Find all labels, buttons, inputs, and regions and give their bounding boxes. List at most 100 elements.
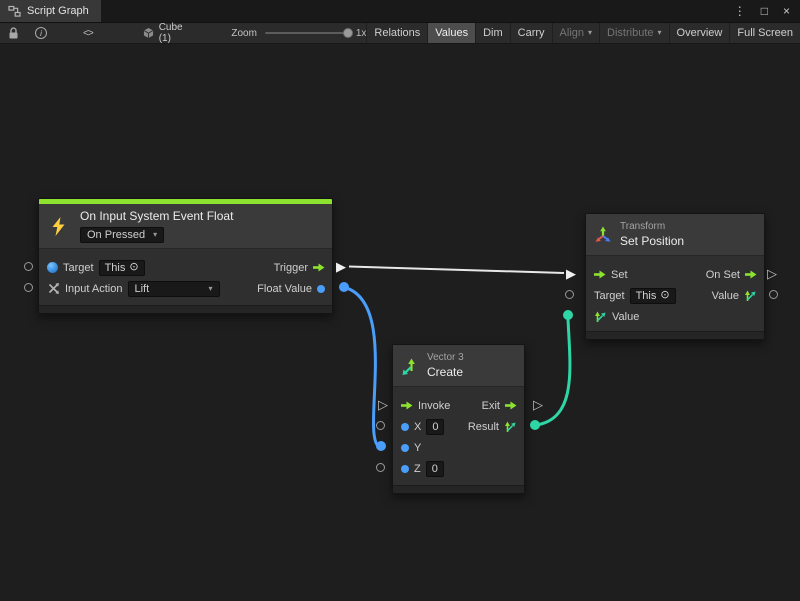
input-action-dropdown[interactable]: Lift ▾ (128, 281, 220, 297)
transform-node-header: Transform Set Position (586, 214, 764, 256)
vector3-icon (401, 357, 419, 375)
y-input-port[interactable] (376, 441, 386, 451)
info-icon[interactable]: i (27, 23, 55, 43)
transform-target-port-label: Target (594, 290, 625, 302)
x-value-field[interactable]: 0 (426, 419, 444, 435)
onset-port-label: On Set (706, 269, 740, 281)
event-target-input-port[interactable] (24, 262, 33, 271)
tab-script-graph[interactable]: Script Graph (0, 0, 101, 22)
breadcrumb[interactable]: Cube (1) (143, 22, 194, 44)
lock-icon[interactable] (0, 23, 27, 43)
node-footer (586, 331, 764, 339)
z-input-port[interactable] (376, 463, 385, 472)
input-action-port-label: Input Action (65, 283, 123, 295)
target-port-label: Target (63, 262, 94, 274)
inputaction-floatvalue-row: Input Action Lift ▾ Float Value (39, 278, 332, 299)
zoom-slider-handle[interactable] (343, 28, 353, 38)
script-graph-icon (8, 5, 21, 18)
value-out-port-label: Value (712, 290, 739, 302)
node-on-input-system-event-float[interactable]: On Input System Event Float On Pressed ▾… (38, 198, 333, 314)
transform-target-input-port[interactable] (565, 290, 574, 299)
set-onset-row: Set On Set (586, 264, 764, 285)
flow-arrow-icon (401, 401, 413, 410)
transform-node-title: Set Position (620, 234, 684, 248)
event-mode-dropdown[interactable]: On Pressed ▾ (80, 227, 164, 243)
float-value-port-label: Float Value (257, 283, 312, 295)
vector-node-category: Vector 3 (427, 352, 464, 363)
event-node-title: On Input System Event Float (80, 209, 233, 223)
fullscreen-button[interactable]: Full Screen (729, 23, 800, 43)
caret-down-icon: ▾ (588, 29, 592, 37)
on-set-output-port[interactable]: ▷ (767, 267, 777, 280)
result-output-port[interactable] (530, 420, 540, 430)
result-port-label: Result (468, 421, 499, 433)
cube-icon (143, 27, 154, 39)
transform-target-field[interactable]: This ⊙ (630, 288, 676, 304)
exit-output-port[interactable]: ▷ (533, 398, 543, 411)
z-row: Z 0 (393, 458, 524, 479)
value-output-port[interactable] (769, 290, 778, 299)
y-port-label: Y (414, 442, 421, 454)
event-inputaction-input-port[interactable] (24, 283, 33, 292)
float-port-icon (401, 444, 409, 452)
zoom-value: 1x (356, 28, 367, 39)
toolbar-buttons: Relations Values Dim Carry Align▾ Distri… (366, 23, 800, 43)
invoke-port-label: Invoke (418, 400, 450, 412)
value-in-row: Value (586, 306, 764, 327)
tab-label: Script Graph (27, 5, 89, 17)
gameobject-icon (47, 262, 58, 273)
flow-arrow-icon (594, 270, 606, 279)
flow-arrow-icon (745, 270, 757, 279)
lightning-icon (51, 217, 66, 236)
vector-node-header: Vector 3 Create (393, 345, 524, 387)
node-vector3-create[interactable]: Vector 3 Create Invoke Exit X 0 (392, 344, 525, 494)
value-input-port[interactable] (563, 310, 573, 320)
dim-button[interactable]: Dim (475, 23, 510, 43)
carry-button[interactable]: Carry (510, 23, 552, 43)
breadcrumb-label: Cube (1) (159, 22, 194, 44)
transform-icon (594, 226, 612, 244)
window-menu-icon[interactable]: ⋮ (734, 5, 746, 17)
trigger-port-label: Trigger (274, 262, 308, 274)
x-input-port[interactable] (376, 421, 385, 430)
set-port-label: Set (611, 269, 628, 281)
set-input-port[interactable]: ▶ (566, 267, 576, 280)
target-valueout-row: Target This ⊙ Value (586, 285, 764, 306)
flow-arrow-icon (313, 263, 325, 272)
transform-node-category: Transform (620, 221, 684, 232)
script-graph-window: Script Graph ⋮ □ × i <> Cube (1) Zoom 1x… (0, 0, 800, 601)
distribute-button[interactable]: Distribute▾ (599, 23, 668, 43)
scope-picker-icon: ⊙ (129, 262, 138, 273)
values-button[interactable]: Values (427, 23, 475, 43)
vector-node-title: Create (427, 365, 464, 379)
x-result-row: X 0 Result (393, 416, 524, 437)
float-port-icon (317, 285, 325, 293)
close-icon[interactable]: × (783, 5, 790, 17)
zoom-slider[interactable] (265, 32, 350, 34)
float-value-output-port[interactable] (339, 282, 349, 292)
relations-button[interactable]: Relations (366, 23, 427, 43)
node-transform-set-position[interactable]: Transform Set Position Set On Set Target (585, 213, 765, 340)
code-icon[interactable]: <> (77, 23, 99, 43)
invoke-input-port[interactable]: ▷ (378, 398, 388, 411)
float-port-icon (401, 465, 409, 473)
value-in-port-label: Value (612, 311, 639, 323)
caret-down-icon: ▾ (208, 285, 212, 293)
event-node-header: On Input System Event Float On Pressed ▾ (39, 204, 332, 249)
y-row: Y (393, 437, 524, 458)
overview-button[interactable]: Overview (669, 23, 730, 43)
exit-port-label: Exit (482, 400, 500, 412)
caret-down-icon: ▾ (658, 29, 662, 37)
node-footer (393, 485, 524, 493)
scope-picker-icon: ⊙ (660, 290, 669, 301)
target-object-field[interactable]: This ⊙ (99, 260, 145, 276)
z-value-field[interactable]: 0 (426, 461, 444, 477)
maximize-icon[interactable]: □ (761, 5, 768, 17)
align-button[interactable]: Align▾ (552, 23, 599, 43)
vector-port-icon (504, 420, 517, 433)
float-port-icon (401, 423, 409, 431)
target-trigger-row: Target This ⊙ Trigger (39, 257, 332, 278)
trigger-output-port[interactable]: ▶ (336, 260, 346, 273)
x-port-label: X (414, 421, 421, 433)
invoke-exit-row: Invoke Exit (393, 395, 524, 416)
